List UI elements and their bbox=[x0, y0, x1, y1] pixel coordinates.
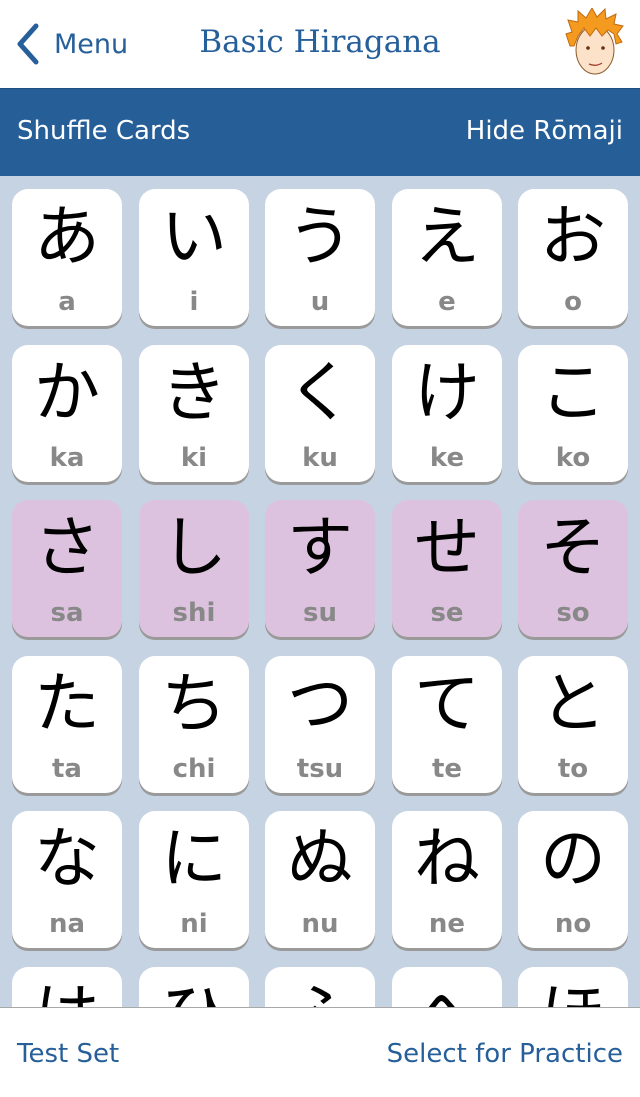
kana-card[interactable]: て te bbox=[392, 655, 502, 793]
kana-card[interactable]: ね ne bbox=[392, 811, 502, 948]
avatar-icon[interactable] bbox=[564, 8, 624, 78]
kana-card[interactable]: き ki bbox=[139, 344, 249, 482]
romaji-label: a bbox=[58, 287, 76, 317]
kana-card[interactable]: く ku bbox=[265, 344, 375, 482]
kana-character: は bbox=[12, 975, 122, 1008]
romaji-label: tsu bbox=[296, 753, 344, 784]
kana-character: の bbox=[540, 820, 606, 897]
kana-character: ぬ bbox=[287, 820, 353, 897]
kana-character: え bbox=[414, 198, 480, 275]
kana-character: し bbox=[161, 509, 227, 586]
kana-card[interactable]: あa bbox=[12, 189, 122, 326]
romaji-label: te bbox=[431, 753, 463, 784]
page-title: Basic Hiragana bbox=[0, 24, 640, 60]
romaji-label: i bbox=[189, 287, 199, 317]
kana-character: に bbox=[161, 820, 227, 897]
kana-character: て bbox=[414, 664, 480, 742]
kana-card[interactable]: は bbox=[12, 966, 122, 1008]
kana-card[interactable]: た ta bbox=[12, 655, 122, 793]
romaji-label: chi bbox=[172, 753, 216, 784]
kana-card[interactable]: おo bbox=[518, 189, 628, 326]
kana-card[interactable]: と to bbox=[518, 655, 628, 793]
kana-character: ち bbox=[161, 664, 227, 742]
kana-card[interactable]: さ sa bbox=[12, 500, 122, 637]
kana-card[interactable]: へ bbox=[392, 966, 502, 1008]
kana-character: さ bbox=[34, 509, 100, 586]
romaji-label: ne bbox=[428, 909, 466, 939]
kana-card-grid[interactable]: あ a い i う u え e お o か ka き ki く ku け ke こ ko さ sa し shi す su せ se そ s… bbox=[0, 176, 640, 1007]
kana-character: へ bbox=[392, 975, 502, 1008]
kana-character: せ bbox=[414, 509, 480, 586]
kana-card[interactable]: いi bbox=[139, 189, 249, 326]
kana-card[interactable]: し shi bbox=[139, 500, 249, 637]
shuffle-cards-button[interactable]: Shuffle Cards bbox=[17, 116, 190, 146]
romaji-label: no bbox=[554, 909, 592, 939]
kana-card[interactable]: な na bbox=[12, 811, 122, 948]
romaji-label: sa bbox=[50, 598, 84, 628]
kana-card[interactable]: うu bbox=[265, 189, 375, 326]
test-set-button[interactable]: Test Set bbox=[17, 1039, 119, 1069]
hide-romaji-button[interactable]: Hide Rōmaji bbox=[466, 116, 623, 146]
kana-card[interactable]: ふ bbox=[265, 966, 375, 1008]
kana-card[interactable]: に ni bbox=[139, 811, 249, 948]
romaji-label: su bbox=[303, 598, 337, 628]
romaji-label: se bbox=[430, 598, 464, 628]
kana-character: く bbox=[287, 353, 353, 431]
kana-character: た bbox=[34, 664, 100, 742]
romaji-label: nu bbox=[301, 909, 339, 939]
romaji-label: to bbox=[557, 753, 589, 784]
kana-character: す bbox=[287, 509, 353, 586]
romaji-label: ta bbox=[52, 753, 82, 784]
romaji-label: e bbox=[438, 287, 456, 317]
romaji-label: ki bbox=[180, 442, 208, 473]
kana-card[interactable]: ひ bbox=[139, 966, 249, 1008]
kana-character: う bbox=[287, 198, 353, 275]
kana-card[interactable]: ぬ nu bbox=[265, 811, 375, 948]
kana-character: つ bbox=[287, 664, 353, 742]
romaji-label: shi bbox=[172, 598, 216, 628]
kana-character: そ bbox=[540, 509, 606, 586]
kana-character: あ bbox=[34, 198, 100, 275]
kana-character: け bbox=[414, 353, 480, 431]
kana-card[interactable]: せ se bbox=[392, 500, 502, 637]
romaji-label: ka bbox=[49, 442, 85, 473]
kana-character: と bbox=[540, 664, 606, 742]
kana-character: こ bbox=[540, 353, 606, 431]
romaji-label: ni bbox=[180, 909, 208, 939]
kana-character: お bbox=[540, 198, 606, 275]
navigation-bar: Menu Basic Hiragana bbox=[0, 0, 640, 89]
kana-card[interactable]: ほ bbox=[518, 966, 628, 1008]
bottom-toolbar: Test Set Select for Practice bbox=[0, 1007, 640, 1097]
kana-card[interactable]: こ ko bbox=[518, 344, 628, 482]
page-title-text: Basic Hiragana bbox=[199, 24, 441, 60]
kana-card[interactable]: か ka bbox=[12, 344, 122, 482]
kana-character: ひ bbox=[139, 975, 249, 1008]
kana-card[interactable]: の no bbox=[518, 811, 628, 948]
kana-card[interactable]: つ tsu bbox=[265, 655, 375, 793]
kana-card[interactable]: ち chi bbox=[139, 655, 249, 793]
kana-character: ふ bbox=[265, 975, 375, 1008]
kana-character: な bbox=[34, 820, 100, 897]
romaji-label: o bbox=[564, 287, 582, 317]
kana-character: い bbox=[161, 198, 227, 275]
romaji-label: ko bbox=[555, 442, 591, 473]
romaji-label: so bbox=[556, 598, 590, 628]
kana-character: き bbox=[161, 353, 227, 431]
kana-card[interactable]: そ so bbox=[518, 500, 628, 637]
kana-card[interactable]: け ke bbox=[392, 344, 502, 482]
toolbar: Shuffle Cards Hide Rōmaji bbox=[0, 89, 640, 176]
romaji-label: ku bbox=[302, 442, 338, 473]
select-for-practice-button[interactable]: Select for Practice bbox=[387, 1039, 623, 1069]
kana-character: ほ bbox=[518, 975, 628, 1008]
kana-card[interactable]: す su bbox=[265, 500, 375, 637]
kana-character: ね bbox=[414, 820, 480, 897]
kana-card[interactable]: えe bbox=[392, 189, 502, 326]
romaji-label: ke bbox=[429, 442, 465, 473]
kana-character: か bbox=[34, 353, 100, 431]
romaji-label: u bbox=[310, 287, 330, 317]
romaji-label: na bbox=[48, 909, 86, 939]
